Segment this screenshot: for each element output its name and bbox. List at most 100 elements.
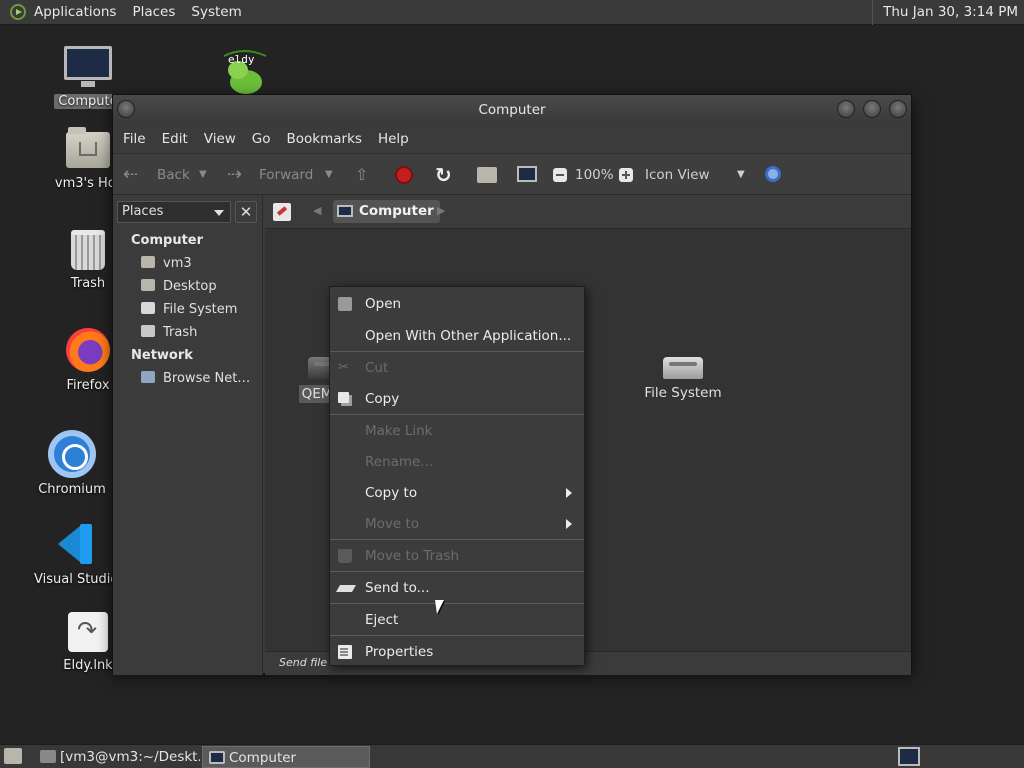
send-icon [335,585,357,592]
desktop-icon-vscode[interactable]: Visual Studio Co [34,522,140,587]
view-mode-chevron-down-icon[interactable]: ▼ [737,154,745,196]
sidebar-item-file-system[interactable]: File System [141,302,237,317]
taskbar-item-terminal[interactable]: [vm3@vm3:~/Deskt... [34,746,200,768]
search-icon [765,166,781,182]
menu-help[interactable]: Help [370,131,417,147]
reload-icon: ↻ [435,163,452,187]
hard-drive-icon [663,357,703,379]
show-desktop-icon[interactable] [4,748,22,764]
back-history-chevron-icon[interactable]: ▼ [199,154,207,196]
menu-item-cut[interactable]: ✂ Cut [330,354,584,382]
eldy-logo-text: eldy [228,53,255,66]
menu-item-eject[interactable]: Eject [330,606,584,634]
eldy-logo-icon[interactable]: eldy [218,46,270,94]
clock[interactable]: Thu Jan 30, 3:14 PM [872,0,1024,25]
trash-icon [71,230,105,270]
up-button[interactable]: ⇧ [355,166,373,184]
zoom-level: 100% [575,167,614,183]
forward-button[interactable]: Forward [259,154,313,196]
stop-icon [395,166,413,184]
forward-history-chevron-icon[interactable]: ▼ [325,154,333,196]
taskbar: [vm3@vm3:~/Deskt... Computer [0,744,1024,768]
back-arrow-icon[interactable]: ⇠ [123,154,138,196]
breadcrumb-computer[interactable]: Computer [333,200,440,223]
desktop-icon-chromium[interactable]: Chromium [32,430,112,497]
back-button[interactable]: Back [157,154,190,196]
title-bar[interactable]: Computer [113,95,911,125]
close-button[interactable] [889,100,907,118]
stop-button[interactable] [395,166,413,184]
path-right-arrow-icon[interactable]: ▶ [437,204,445,217]
menu-go[interactable]: Go [244,131,279,147]
sidebar-item-vm3[interactable]: vm3 [141,256,192,271]
menu-item-label: Copy [365,391,400,407]
path-left-arrow-icon[interactable]: ◀ [313,204,321,217]
sidebar-item-trash[interactable]: Trash [141,325,197,340]
breadcrumb-label: Computer [359,203,434,219]
menu-item-open[interactable]: Open [330,290,584,318]
zoom-in-button[interactable] [619,166,637,184]
submenu-arrow-icon [566,519,572,529]
menu-item-properties[interactable]: Properties [330,638,584,666]
menu-applications[interactable]: Applications [26,0,124,25]
menu-places[interactable]: Places [124,0,183,25]
network-icon [141,371,155,383]
sidebar-close-icon[interactable]: ✕ [235,201,257,223]
menu-item-rename[interactable]: Rename... [330,448,584,476]
menu-item-label: Eject [365,612,399,628]
reload-button[interactable]: ↻ [435,163,453,187]
menu-system[interactable]: System [183,0,249,25]
computer-icon[interactable] [517,166,537,182]
sidebar-item-label: Browse Net… [163,371,251,386]
edit-location-icon[interactable] [273,203,291,221]
menu-separator [330,414,584,415]
menu-view[interactable]: View [196,131,244,147]
terminal-icon [40,750,56,763]
taskbar-item-computer[interactable]: Computer [202,746,370,768]
sidebar-item-desktop[interactable]: Desktop [141,279,217,294]
link-icon [68,612,108,652]
menu-file[interactable]: File [115,131,154,147]
menu-item-label: Send to... [365,580,430,596]
mouse-cursor-icon [435,600,446,614]
computer-icon [337,205,353,217]
open-icon [338,297,352,311]
maximize-button[interactable] [863,100,881,118]
menu-item-label: Copy to [365,485,418,501]
file-item-label: File System [644,385,722,401]
menu-item-move-to[interactable]: Move to [330,510,584,538]
taskbar-item-label: Computer [229,750,297,766]
window-title: Computer [478,102,546,118]
menu-item-copy[interactable]: Copy [330,385,584,413]
menu-item-send-to[interactable]: Send to... [330,574,584,602]
menu-item-label: Cut [365,360,389,376]
menu-item-label: Open With Other Application... [365,328,572,344]
forward-arrow-icon[interactable]: ⇢ [227,154,242,196]
sidebar-type-select[interactable]: Places [117,201,231,223]
minimize-button[interactable] [837,100,855,118]
zoom-in-icon [619,168,633,182]
menu-item-open-with[interactable]: Open With Other Application... [330,322,584,350]
menu-edit[interactable]: Edit [154,131,196,147]
sidebar-item-browse-network[interactable]: Browse Net… [141,371,250,386]
view-mode-select[interactable]: Icon View [645,154,710,196]
menu-item-make-link[interactable]: Make Link [330,417,584,445]
menu-item-label: Rename... [365,454,434,470]
applications-icon[interactable] [10,4,26,20]
menu-separator [330,539,584,540]
zoom-out-button[interactable] [553,166,571,184]
menu-item-copy-to[interactable]: Copy to [330,479,584,507]
search-button[interactable] [765,166,783,184]
menu-bookmarks[interactable]: Bookmarks [279,131,370,147]
home-folder-icon[interactable] [477,167,497,183]
menu-item-label: Move to Trash [365,548,460,564]
firefox-icon [66,328,110,372]
sidebar: Places ✕ Computer vm3 Desktop File Syste… [113,195,263,675]
top-panel: Applications Places System Thu Jan 30, 3… [0,0,1024,25]
file-item-file-system[interactable]: File System [631,357,735,401]
menu-separator [330,635,584,636]
menu-item-move-to-trash[interactable]: Move to Trash [330,542,584,570]
sidebar-item-label: Trash [163,325,198,340]
menu-item-label: Open [365,296,402,312]
workspace-switcher-icon[interactable] [898,747,920,766]
